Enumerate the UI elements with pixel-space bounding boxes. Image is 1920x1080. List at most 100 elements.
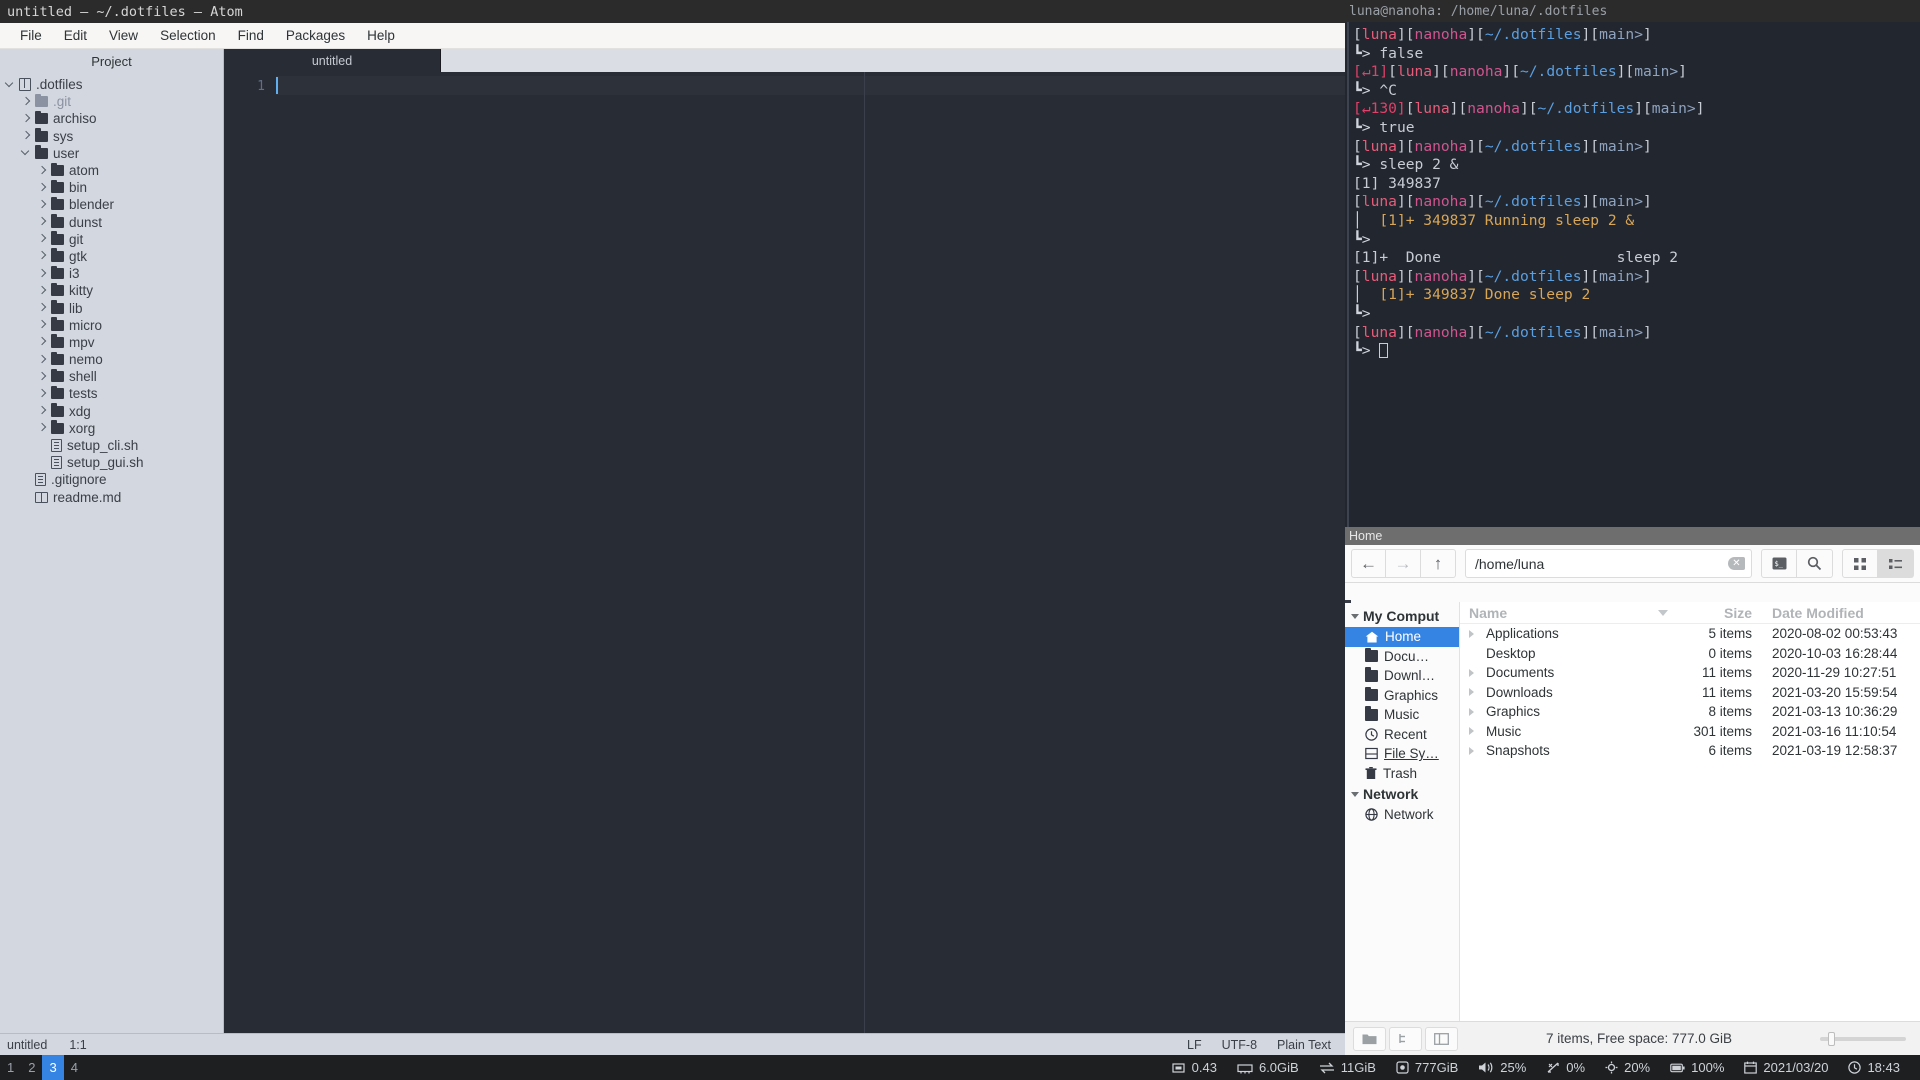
tree-item-user[interactable]: user <box>0 145 223 162</box>
column-header-name[interactable]: Name <box>1460 605 1684 621</box>
tree-item-kitty[interactable]: kitty <box>0 282 223 299</box>
tree-item-archiso[interactable]: archiso <box>0 110 223 127</box>
status-block-clock[interactable]: 18:43 <box>1838 1060 1910 1075</box>
clear-icon[interactable]: ✕ <box>1728 557 1745 570</box>
expand-triangle-icon[interactable] <box>1469 727 1474 736</box>
chevron-right-icon[interactable] <box>36 422 48 434</box>
status-file-name[interactable]: untitled <box>7 1038 47 1052</box>
tree-item-bin[interactable]: bin <box>0 179 223 196</box>
status-block-disk[interactable]: 777GiB <box>1386 1060 1468 1075</box>
chevron-down-icon[interactable] <box>4 79 16 91</box>
menu-item-find[interactable]: Find <box>227 25 275 46</box>
path-input[interactable]: /home/luna ✕ <box>1465 549 1752 578</box>
tree-item-lib[interactable]: lib <box>0 299 223 316</box>
workspace-button-2[interactable]: 2 <box>21 1055 42 1080</box>
tree-item-mpv[interactable]: mpv <box>0 334 223 351</box>
status-block-calendar[interactable]: 2021/03/20 <box>1734 1060 1838 1075</box>
table-row[interactable]: Applications 5 items 2020-08-02 00:53:43 <box>1460 624 1920 644</box>
tree-item--git[interactable]: .git <box>0 93 223 110</box>
tree-item-atom[interactable]: atom <box>0 162 223 179</box>
place-item-graphics[interactable]: Graphics <box>1345 686 1459 706</box>
status-cursor-position[interactable]: 1:1 <box>69 1038 86 1052</box>
zoom-slider-handle[interactable] <box>1828 1031 1835 1046</box>
menu-item-selection[interactable]: Selection <box>149 25 227 46</box>
open-terminal-button[interactable]: $_ <box>1761 549 1797 578</box>
tree-item-tests[interactable]: tests <box>0 385 223 402</box>
workspace-button-1[interactable]: 1 <box>0 1055 21 1080</box>
place-item-music[interactable]: Music <box>1345 705 1459 725</box>
chevron-right-icon[interactable] <box>20 96 32 108</box>
column-header-size[interactable]: Size <box>1684 605 1762 621</box>
tree-item-git[interactable]: git <box>0 231 223 248</box>
tree-item-gtk[interactable]: gtk <box>0 248 223 265</box>
place-item-trash[interactable]: Trash <box>1345 764 1459 784</box>
network-item-network[interactable]: Network <box>1345 805 1459 825</box>
chevron-right-icon[interactable] <box>36 182 48 194</box>
status-block-volume[interactable]: 25% <box>1468 1060 1536 1075</box>
tree-item-nemo[interactable]: nemo <box>0 351 223 368</box>
up-button[interactable]: ↑ <box>1421 549 1456 578</box>
network-header[interactable]: Network <box>1345 783 1459 805</box>
place-item-home[interactable]: Home <box>1345 627 1459 647</box>
status-grammar[interactable]: Plain Text <box>1277 1038 1331 1052</box>
chevron-right-icon[interactable] <box>36 388 48 400</box>
workspace-button-4[interactable]: 4 <box>64 1055 85 1080</box>
chevron-right-icon[interactable] <box>36 199 48 211</box>
menu-item-view[interactable]: View <box>98 25 149 46</box>
chevron-right-icon[interactable] <box>36 216 48 228</box>
table-row[interactable]: Snapshots 6 items 2021-03-19 12:58:37 <box>1460 741 1920 761</box>
status-line-ending[interactable]: LF <box>1187 1038 1202 1052</box>
chevron-right-icon[interactable] <box>36 233 48 245</box>
table-row[interactable]: Desktop 0 items 2020-10-03 16:28:44 <box>1460 644 1920 664</box>
back-button[interactable]: ← <box>1351 549 1386 578</box>
status-encoding[interactable]: UTF-8 <box>1222 1038 1257 1052</box>
menu-item-help[interactable]: Help <box>356 25 406 46</box>
tree-item-setup-cli-sh[interactable]: setup_cli.sh <box>0 437 223 454</box>
chevron-right-icon[interactable] <box>36 336 48 348</box>
chevron-right-icon[interactable] <box>36 165 48 177</box>
status-block-gear[interactable]: 20% <box>1595 1060 1660 1075</box>
place-item-file-sy-[interactable]: File Sy… <box>1345 744 1459 764</box>
tree-item-micro[interactable]: micro <box>0 317 223 334</box>
search-button[interactable] <box>1797 549 1833 578</box>
chevron-right-icon[interactable] <box>36 371 48 383</box>
table-row[interactable]: Documents 11 items 2020-11-29 10:27:51 <box>1460 663 1920 683</box>
place-item-recent[interactable]: Recent <box>1345 725 1459 745</box>
tree-item-shell[interactable]: shell <box>0 368 223 385</box>
tree-item-setup-gui-sh[interactable]: setup_gui.sh <box>0 454 223 471</box>
status-block-battery[interactable]: 100% <box>1660 1060 1734 1075</box>
tree-item-sys[interactable]: sys <box>0 128 223 145</box>
chevron-right-icon[interactable] <box>36 302 48 314</box>
status-block-memory[interactable]: 6.0GiB <box>1227 1060 1309 1075</box>
tree-item--gitignore[interactable]: .gitignore <box>0 471 223 488</box>
places-header[interactable]: My Comput <box>1345 605 1459 627</box>
expand-triangle-icon[interactable] <box>1469 707 1474 716</box>
project-tree[interactable]: .dotfiles .git archiso sys user atom bin blende… <box>0 76 223 1055</box>
expand-triangle-icon[interactable] <box>1469 688 1474 697</box>
expand-triangle-icon[interactable] <box>1469 629 1474 638</box>
tree-item-xdg[interactable]: xdg <box>0 403 223 420</box>
chevron-right-icon[interactable] <box>36 268 48 280</box>
tree-item--dotfiles[interactable]: .dotfiles <box>0 76 223 93</box>
column-header-date[interactable]: Date Modified <box>1762 605 1920 621</box>
terminal-output[interactable]: [luna][nanoha][~/.dotfiles][main>] ┗> fal… <box>1347 22 1920 527</box>
status-block-cpu[interactable]: 0.43 <box>1161 1060 1227 1075</box>
chevron-right-icon[interactable] <box>20 130 32 142</box>
chevron-down-icon[interactable] <box>20 147 32 159</box>
menu-item-packages[interactable]: Packages <box>275 25 356 46</box>
icon-view-button[interactable] <box>1842 549 1878 578</box>
place-item-downl-[interactable]: Downl… <box>1345 666 1459 686</box>
table-row[interactable]: Graphics 8 items 2021-03-13 10:36:29 <box>1460 702 1920 722</box>
status-block-swap[interactable]: 11GiB <box>1309 1060 1386 1075</box>
chevron-right-icon[interactable] <box>36 285 48 297</box>
status-folder-button[interactable] <box>1353 1026 1386 1051</box>
table-row[interactable]: Music 301 items 2021-03-16 11:10:54 <box>1460 722 1920 742</box>
list-view-button[interactable] <box>1878 549 1914 578</box>
chevron-right-icon[interactable] <box>36 405 48 417</box>
chevron-right-icon[interactable] <box>20 113 32 125</box>
chevron-right-icon[interactable] <box>36 250 48 262</box>
table-row[interactable]: Downloads 11 items 2021-03-20 15:59:54 <box>1460 683 1920 703</box>
chevron-right-icon[interactable] <box>36 319 48 331</box>
tree-item-dunst[interactable]: dunst <box>0 214 223 231</box>
tree-item-i3[interactable]: i3 <box>0 265 223 282</box>
